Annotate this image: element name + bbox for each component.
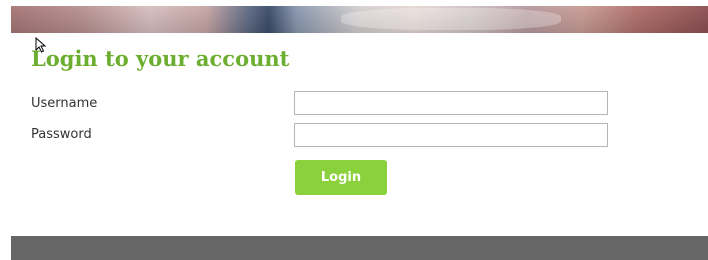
login-page: Login to your account Username Password … [0, 0, 708, 260]
username-input[interactable] [294, 91, 608, 115]
username-label: Username [31, 96, 98, 111]
login-button[interactable]: Login [295, 160, 387, 195]
password-input[interactable] [294, 123, 608, 147]
page-title: Login to your account [31, 46, 290, 71]
footer-bar [11, 236, 708, 260]
password-label: Password [31, 127, 92, 142]
hero-banner-image [11, 6, 708, 33]
